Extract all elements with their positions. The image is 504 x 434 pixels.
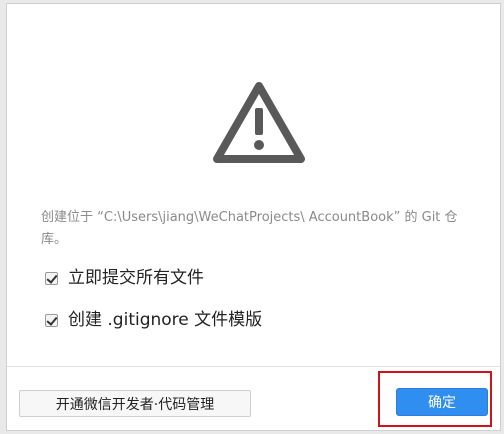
gitignore-template-label: 创建 .gitignore 文件模版 xyxy=(68,310,263,330)
warning-icon xyxy=(213,82,305,163)
enable-code-management-button[interactable]: 开通微信开发者·代码管理 xyxy=(19,390,251,417)
gitignore-template-checkbox[interactable] xyxy=(45,313,58,327)
commit-all-files-option[interactable]: 立即提交所有文件 xyxy=(45,266,204,290)
confirm-button[interactable]: 确定 xyxy=(396,388,488,416)
commit-all-files-label: 立即提交所有文件 xyxy=(68,268,204,288)
commit-all-files-checkbox[interactable] xyxy=(45,271,58,285)
gitignore-template-option[interactable]: 创建 .gitignore 文件模版 xyxy=(45,308,262,332)
repository-description: 创建位于 “C:\Users\jiang\WeChatProjects\ Acc… xyxy=(41,210,458,247)
dialog-footer: 开通微信开发者·代码管理 确定 xyxy=(7,366,500,431)
git-init-dialog: 创建位于 “C:\Users\jiang\WeChatProjects\ Acc… xyxy=(6,3,501,431)
screen: 创建位于 “C:\Users\jiang\WeChatProjects\ Acc… xyxy=(0,0,504,434)
